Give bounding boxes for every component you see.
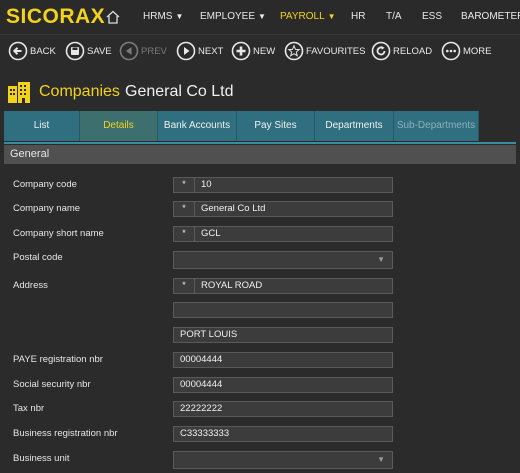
tab-bank-accounts[interactable]: Bank Accounts <box>158 111 237 141</box>
tab-details[interactable]: Details <box>80 111 158 141</box>
next-button[interactable]: NEXT <box>176 40 223 62</box>
social-security-label: Social security nbr <box>13 379 91 390</box>
nav-menu-employee[interactable]: EMPLOYEE ▼ <box>200 11 266 22</box>
tax-nbr-value: 22222222 <box>180 403 223 414</box>
paye-registration-field[interactable]: 00004444 <box>173 352 393 368</box>
company-name-field[interactable]: * General Co Ltd <box>173 201 393 217</box>
address-label: Address <box>13 280 48 291</box>
social-security-value: 00004444 <box>180 379 223 390</box>
brand-logo[interactable]: SICORAX <box>6 5 105 29</box>
triangle-left-circle-icon <box>119 41 139 61</box>
company-code-label: Company code <box>13 179 77 190</box>
arrow-left-circle-icon <box>8 41 28 61</box>
back-button-label: BACK <box>30 45 56 57</box>
prev-button[interactable]: PREV <box>119 40 167 62</box>
company-name-value: General Co Ltd <box>201 203 266 214</box>
more-button-label: MORE <box>463 45 492 57</box>
new-button[interactable]: NEW <box>231 40 275 62</box>
company-code-field[interactable]: * 10 <box>173 177 393 193</box>
save-button[interactable]: SAVE <box>65 40 112 62</box>
nav-menu-barometer[interactable]: BAROMETER <box>461 11 520 22</box>
business-registration-label: Business registration nbr <box>13 428 118 439</box>
buildings-icon <box>8 82 30 103</box>
triangle-right-circle-icon <box>176 41 196 61</box>
company-short-name-label: Company short name <box>13 228 104 239</box>
nav-menu-hrms[interactable]: HRMS ▼ <box>143 11 183 22</box>
address-line3-value: PORT LOUIS <box>180 329 238 340</box>
company-short-name-field[interactable]: * GCL <box>173 226 393 242</box>
required-marker: * <box>174 227 195 241</box>
chevron-down-icon: ▼ <box>377 255 385 264</box>
prev-button-label: PREV <box>141 45 167 57</box>
back-button[interactable]: BACK <box>8 40 56 62</box>
company-code-value: 10 <box>201 179 212 190</box>
save-button-label: SAVE <box>87 45 112 57</box>
paye-registration-value: 00004444 <box>180 354 223 365</box>
favourites-button-label: FAVOURITES <box>306 45 366 57</box>
tabs-underline <box>4 142 516 144</box>
next-button-label: NEXT <box>198 45 224 57</box>
postal-code-select[interactable]: ▼ <box>173 251 393 269</box>
address-line3-field[interactable]: PORT LOUIS <box>173 327 393 343</box>
chevron-down-icon: ▼ <box>258 12 266 21</box>
more-button[interactable]: MORE <box>441 40 492 62</box>
tab-pay-sites[interactable]: Pay Sites <box>237 111 315 141</box>
tab-list[interactable]: List <box>4 111 80 141</box>
tax-nbr-label: Tax nbr <box>13 403 45 414</box>
company-short-name-value: GCL <box>201 228 221 239</box>
business-unit-label: Business unit <box>13 453 70 464</box>
nav-menu-employee-label: EMPLOYEE <box>200 11 256 22</box>
nav-menu-ta[interactable]: T/A <box>386 11 402 22</box>
plus-circle-icon <box>231 41 251 61</box>
business-registration-field[interactable]: C33333333 <box>173 426 393 442</box>
nav-menu-payroll-label: PAYROLL <box>280 11 325 22</box>
star-circle-icon <box>284 41 304 61</box>
required-marker: * <box>174 279 195 293</box>
chevron-down-icon: ▼ <box>175 12 184 21</box>
business-registration-value: C33333333 <box>180 428 230 439</box>
more-dots-icon <box>441 41 461 61</box>
new-button-label: NEW <box>253 45 276 57</box>
chevron-down-icon: ▼ <box>377 455 385 464</box>
business-unit-select[interactable]: ▼ <box>173 451 393 469</box>
address-line1-field[interactable]: * ROYAL ROAD <box>173 278 393 294</box>
home-icon[interactable] <box>105 9 121 25</box>
nav-menu-hr[interactable]: HR <box>351 11 365 22</box>
reload-icon <box>371 41 391 61</box>
required-marker: * <box>174 178 195 192</box>
save-icon <box>65 41 85 61</box>
reload-button-label: RELOAD <box>393 45 433 57</box>
tax-nbr-field[interactable]: 22222222 <box>173 401 393 417</box>
company-name-label: Company name <box>13 203 81 214</box>
reload-button[interactable]: RELOAD <box>371 40 432 62</box>
section-header-general: General <box>4 145 516 164</box>
tab-departments[interactable]: Departments <box>315 111 394 141</box>
action-toolbar: BACK SAVE PREV NEXT NEW FAVOURITES RELOA… <box>0 36 520 68</box>
page-title-module: Companies <box>39 83 120 100</box>
address-line1-value: ROYAL ROAD <box>201 280 263 291</box>
page-title-row: Companies General Co Ltd <box>0 74 520 110</box>
paye-registration-label: PAYE registration nbr <box>13 354 103 365</box>
social-security-field[interactable]: 00004444 <box>173 377 393 393</box>
page-title-record: General Co Ltd <box>125 83 234 100</box>
chevron-down-icon: ▼ <box>327 12 336 21</box>
record-tabs: List Details Bank Accounts Pay Sites Dep… <box>4 111 516 143</box>
nav-menu-payroll[interactable]: PAYROLL ▼ <box>280 11 336 22</box>
top-navigation-bar: SICORAX HRMS ▼ EMPLOYEE ▼ PAYROLL ▼ HR T/A … <box>0 0 520 35</box>
address-line2-field[interactable] <box>173 302 393 318</box>
tab-sub-departments[interactable]: Sub-Departments <box>394 111 479 141</box>
postal-code-label: Postal code <box>13 252 63 263</box>
nav-menu-hrms-label: HRMS <box>143 11 173 22</box>
nav-menu-ess[interactable]: ESS <box>422 11 442 22</box>
favourites-button[interactable]: FAVOURITES <box>284 40 365 62</box>
required-marker: * <box>174 202 195 216</box>
